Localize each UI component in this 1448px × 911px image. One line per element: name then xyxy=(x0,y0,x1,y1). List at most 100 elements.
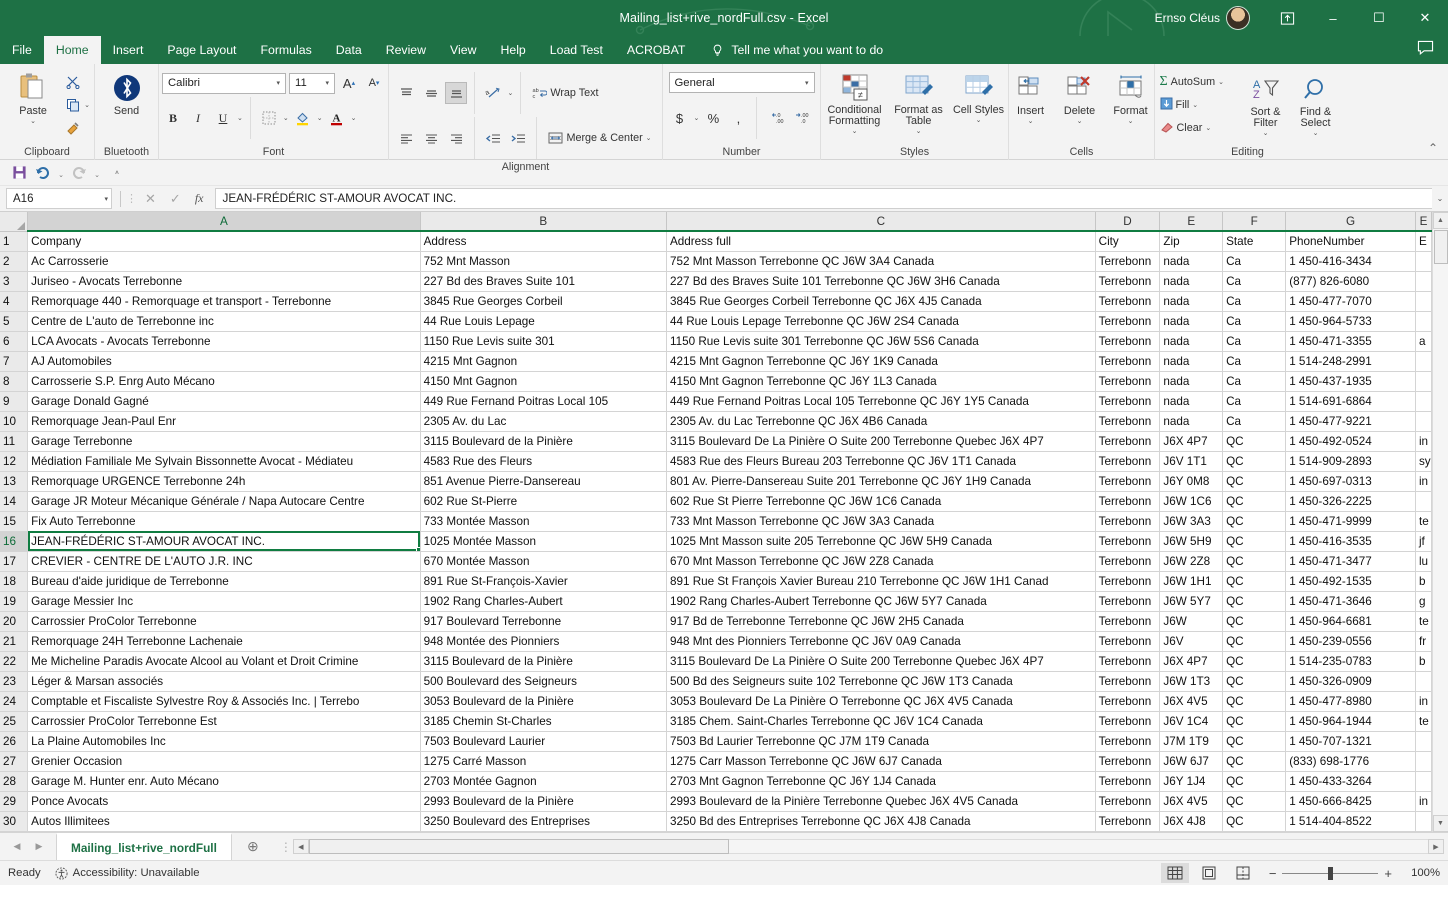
cell-D28[interactable]: Terrebonn xyxy=(1095,771,1161,792)
paste-button[interactable]: Paste ⌄ xyxy=(4,69,62,125)
copy-icon[interactable] xyxy=(62,94,84,116)
cell-E29[interactable]: J6X 4V5 xyxy=(1159,791,1224,812)
cell-A20[interactable]: Carrossier ProColor Terrebonne xyxy=(27,611,421,632)
column-header-g[interactable]: G xyxy=(1285,212,1416,232)
row-header-2[interactable]: 2 xyxy=(0,251,29,272)
tab-data[interactable]: Data xyxy=(324,36,374,64)
conditional-formatting-button[interactable]: ≠ Conditional Formatting ⌄ xyxy=(823,69,887,135)
chevron-down-icon[interactable]: ▾ xyxy=(322,79,332,87)
cell-B9[interactable]: 449 Rue Fernand Poitras Local 105 xyxy=(420,391,667,412)
previous-sheet-icon[interactable]: ◀ xyxy=(6,836,28,858)
avatar[interactable] xyxy=(1226,6,1250,30)
cell-F5[interactable]: Ca xyxy=(1222,311,1287,332)
cell-F2[interactable]: Ca xyxy=(1222,251,1287,272)
cell-D11[interactable]: Terrebonn xyxy=(1095,431,1161,452)
name-box[interactable]: A16 ▾ xyxy=(6,188,112,209)
cell-A6[interactable]: LCA Avocats - Avocats Terrebonne xyxy=(27,331,421,352)
cell-B18[interactable]: 891 Rue St-François-Xavier xyxy=(420,571,667,592)
bluetooth-send-button[interactable]: Send xyxy=(98,69,156,117)
cell-H3[interactable] xyxy=(1415,271,1432,292)
cell-E11[interactable]: J6X 4P7 xyxy=(1159,431,1224,452)
cell-D1[interactable]: City xyxy=(1095,231,1161,252)
cell-C24[interactable]: 3053 Boulevard De La Pinière O Terrebonn… xyxy=(666,691,1096,712)
row-header-8[interactable]: 8 xyxy=(0,371,29,392)
cell-B27[interactable]: 1275 Carré Masson xyxy=(420,751,667,772)
cell-E6[interactable]: nada xyxy=(1159,331,1224,352)
align-right-icon[interactable] xyxy=(445,127,467,149)
cell-B10[interactable]: 2305 Av. du Lac xyxy=(420,411,667,432)
decrease-indent-icon[interactable] xyxy=(482,127,504,149)
percent-format-button[interactable]: % xyxy=(702,107,724,129)
column-header-f[interactable]: F xyxy=(1222,212,1287,232)
formula-input[interactable]: JEAN-FRÉDÉRIC ST-AMOUR AVOCAT INC. xyxy=(215,188,1432,209)
vertical-scrollbar[interactable]: ▲ ▼ xyxy=(1432,212,1448,832)
cell-B11[interactable]: 3115 Boulevard de la Pinière xyxy=(420,431,667,452)
row-header-1[interactable]: 1 xyxy=(0,231,29,252)
cell-F10[interactable]: Ca xyxy=(1222,411,1287,432)
row-header-13[interactable]: 13 xyxy=(0,471,29,492)
cell-A29[interactable]: Ponce Avocats xyxy=(27,791,421,812)
cell-E17[interactable]: J6W 2Z8 xyxy=(1159,551,1224,572)
cell-G30[interactable]: 1 514-404-8522 xyxy=(1285,811,1416,832)
cell-A12[interactable]: Médiation Familiale Me Sylvain Bissonnet… xyxy=(27,451,421,472)
cell-C7[interactable]: 4215 Mnt Gagnon Terrebonne QC J6Y 1K9 Ca… xyxy=(666,351,1096,372)
cell-B5[interactable]: 44 Rue Louis Lepage xyxy=(420,311,667,332)
cell-F18[interactable]: QC xyxy=(1222,571,1287,592)
number-format-combo[interactable]: General ▾ xyxy=(668,72,815,93)
cell-H13[interactable]: in xyxy=(1415,471,1432,492)
cell-C22[interactable]: 3115 Boulevard De La Pinière O Suite 200… xyxy=(666,651,1096,672)
cell-C5[interactable]: 44 Rue Louis Lepage Terrebonne QC J6W 2S… xyxy=(666,311,1096,332)
cell-A21[interactable]: Remorquage 24H Terrebonne Lachenaie xyxy=(27,631,421,652)
cell-A23[interactable]: Léger & Marsan associés xyxy=(27,671,421,692)
cell-C15[interactable]: 733 Mnt Masson Terrebonne QC J6W 3A3 Can… xyxy=(666,511,1096,532)
chevron-down-icon[interactable]: ⌄ xyxy=(1077,117,1083,125)
cell-E23[interactable]: J6W 1T3 xyxy=(1159,671,1224,692)
row-header-17[interactable]: 17 xyxy=(0,551,29,572)
cell-F13[interactable]: QC xyxy=(1222,471,1287,492)
cell-D27[interactable]: Terrebonn xyxy=(1095,751,1161,772)
cell-A24[interactable]: Comptable et Fiscaliste Sylvestre Roy & … xyxy=(27,691,421,712)
cell-C2[interactable]: 752 Mnt Masson Terrebonne QC J6W 3A4 Can… xyxy=(666,251,1096,272)
orientation-chevron-icon[interactable]: ⌄ xyxy=(507,89,513,97)
cell-D26[interactable]: Terrebonn xyxy=(1095,731,1161,752)
cell-A13[interactable]: Remorquage URGENCE Terrebonne 24h xyxy=(27,471,421,492)
cell-D7[interactable]: Terrebonn xyxy=(1095,351,1161,372)
cell-D29[interactable]: Terrebonn xyxy=(1095,791,1161,812)
clear-button[interactable]: Clear ⌄ xyxy=(1156,117,1240,139)
cell-H25[interactable]: te xyxy=(1415,711,1432,732)
orientation-icon[interactable]: a xyxy=(482,82,504,104)
cell-A26[interactable]: La Plaine Automobiles Inc xyxy=(27,731,421,752)
cell-H27[interactable] xyxy=(1415,751,1432,772)
underline-button[interactable]: U xyxy=(212,107,234,129)
cell-G23[interactable]: 1 450-326-0909 xyxy=(1285,671,1416,692)
cell-C16[interactable]: 1025 Mnt Masson suite 205 Terrebonne QC … xyxy=(666,531,1096,552)
cell-B16[interactable]: 1025 Montée Masson xyxy=(420,531,667,552)
cell-B7[interactable]: 4215 Mnt Gagnon xyxy=(420,351,667,372)
cell-D16[interactable]: Terrebonn xyxy=(1095,531,1161,552)
cell-H6[interactable]: a xyxy=(1415,331,1432,352)
tab-formulas[interactable]: Formulas xyxy=(248,36,323,64)
cell-C10[interactable]: 2305 Av. du Lac Terrebonne QC J6X 4B6 Ca… xyxy=(666,411,1096,432)
cell-H7[interactable] xyxy=(1415,351,1432,372)
collapse-ribbon-icon[interactable]: ⌃ xyxy=(1428,141,1438,155)
underline-chevron-icon[interactable]: ⌄ xyxy=(237,114,243,122)
bold-button[interactable]: B xyxy=(162,107,184,129)
cell-G27[interactable]: (833) 698-1776 xyxy=(1285,751,1416,772)
cell-C9[interactable]: 449 Rue Fernand Poitras Local 105 Terreb… xyxy=(666,391,1096,412)
next-sheet-icon[interactable]: ▶ xyxy=(28,836,50,858)
cell-D30[interactable]: Terrebonn xyxy=(1095,811,1161,832)
cell-F14[interactable]: QC xyxy=(1222,491,1287,512)
chevron-down-icon[interactable]: ⌄ xyxy=(1313,129,1319,137)
cell-H14[interactable] xyxy=(1415,491,1432,512)
cell-H24[interactable]: in xyxy=(1415,691,1432,712)
cell-G17[interactable]: 1 450-471-3477 xyxy=(1285,551,1416,572)
italic-button[interactable]: I xyxy=(187,107,209,129)
cell-F20[interactable]: QC xyxy=(1222,611,1287,632)
cell-F22[interactable]: QC xyxy=(1222,651,1287,672)
increase-indent-icon[interactable] xyxy=(507,127,529,149)
cell-A30[interactable]: Autos Illimitees xyxy=(27,811,421,832)
chevron-down-icon[interactable]: ⌄ xyxy=(1192,101,1198,109)
cell-styles-button[interactable]: Cell Styles ⌄ xyxy=(951,69,1007,124)
cell-H18[interactable]: b xyxy=(1415,571,1432,592)
increase-decimal-icon[interactable]: .0.00 xyxy=(764,107,786,129)
